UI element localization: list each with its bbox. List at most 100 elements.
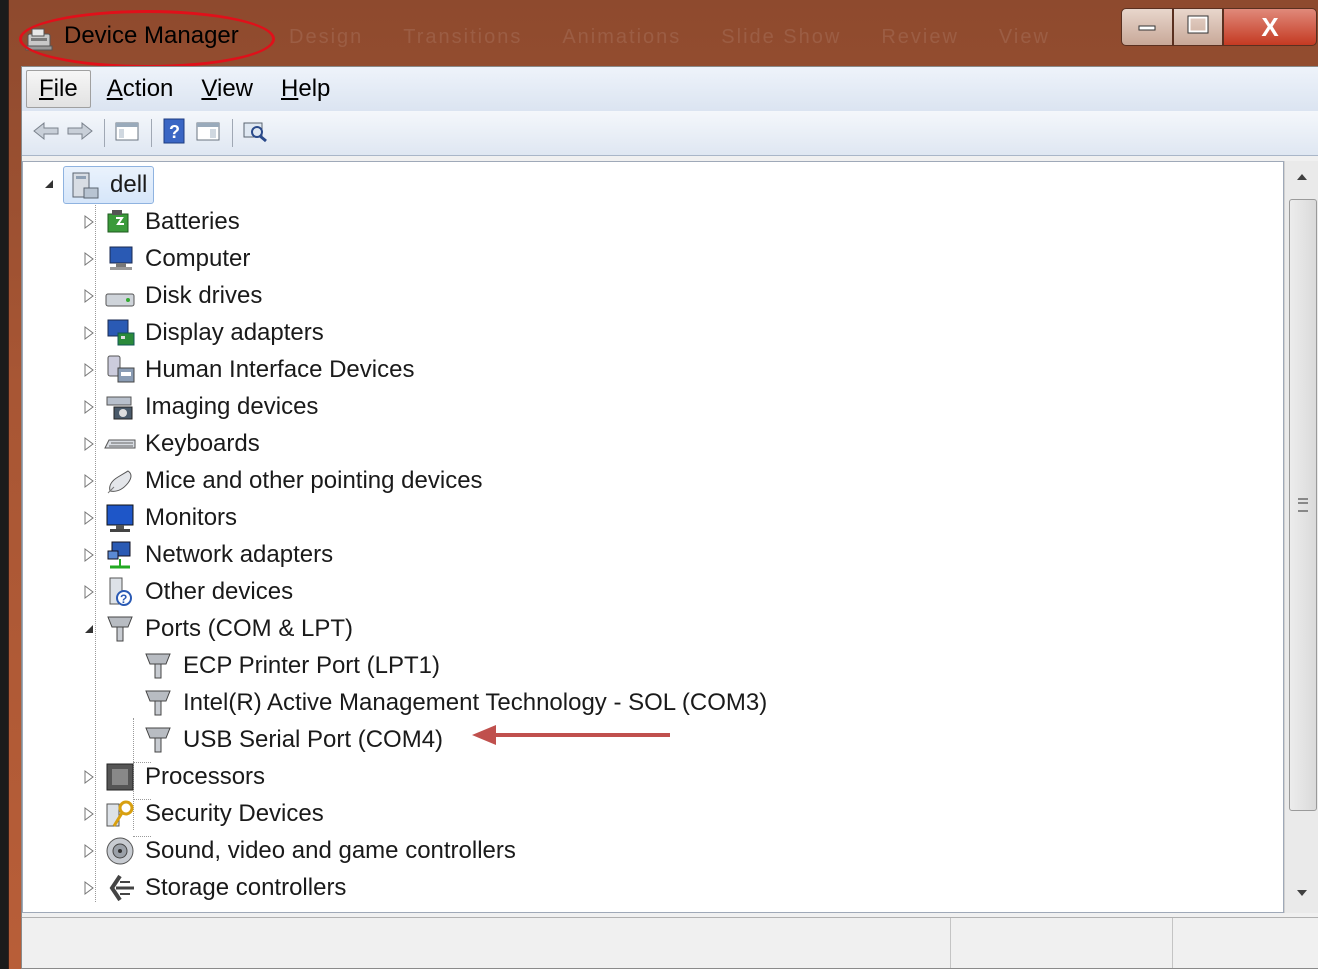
- back-button[interactable]: [30, 118, 62, 148]
- maximize-button[interactable]: [1173, 8, 1223, 46]
- category-label: Storage controllers: [145, 874, 347, 901]
- category-other-devices[interactable]: ? Other devices: [103, 574, 293, 610]
- computer-icon: [103, 242, 137, 276]
- category-disk-drives[interactable]: Disk drives: [103, 278, 262, 314]
- root-collapse-toggle[interactable]: [41, 176, 57, 192]
- tree-root-label: dell: [110, 171, 148, 198]
- category-sound-video[interactable]: Sound, video and game controllers: [103, 833, 516, 869]
- title-bar[interactable]: Device Manager Design Transitions Animatio…: [9, 0, 1318, 68]
- category-label: Imaging devices: [145, 393, 319, 420]
- scan-hardware-button[interactable]: [239, 118, 271, 148]
- minimize-button[interactable]: [1121, 8, 1173, 46]
- svg-text:?: ?: [120, 592, 127, 606]
- category-storage-controllers[interactable]: Storage controllers: [103, 870, 346, 906]
- scroll-down-button[interactable]: [1285, 879, 1318, 907]
- expand-mice[interactable]: [81, 473, 97, 489]
- device-manager-window: Device Manager Design Transitions Animatio…: [8, 0, 1318, 969]
- category-label: Batteries: [145, 208, 240, 235]
- expand-keyboards[interactable]: [81, 436, 97, 452]
- category-processors[interactable]: Processors: [103, 759, 265, 795]
- properties-icon: [195, 120, 221, 147]
- category-label: Ports (COM & LPT): [145, 615, 354, 642]
- category-hid[interactable]: Human Interface Devices: [103, 352, 414, 388]
- category-display-adapters[interactable]: Display adapters: [103, 315, 324, 351]
- expand-computer[interactable]: [81, 251, 97, 267]
- expand-hid[interactable]: [81, 362, 97, 378]
- forward-button[interactable]: [64, 118, 96, 148]
- expand-imaging-devices[interactable]: [81, 399, 97, 415]
- battery-icon: [103, 205, 137, 239]
- expand-network-adapters[interactable]: [81, 547, 97, 563]
- menu-file[interactable]: File: [26, 70, 91, 108]
- network-icon: [103, 538, 137, 572]
- toolbar-separator: [232, 119, 233, 147]
- device-ecp-printer-port[interactable]: ECP Printer Port (LPT1): [141, 648, 440, 684]
- expand-processors[interactable]: [81, 769, 97, 785]
- back-icon: [32, 121, 60, 146]
- disk-drive-icon: [103, 279, 137, 313]
- collapse-ports[interactable]: [81, 621, 97, 637]
- expand-storage-controllers[interactable]: [81, 880, 97, 896]
- category-label: Sound, video and game controllers: [145, 837, 516, 864]
- security-key-icon: [103, 797, 137, 831]
- client-area: File Action View Help ? dell Batteries C…: [21, 66, 1318, 969]
- status-bar: [22, 917, 1318, 968]
- minimize-icon: [1137, 18, 1157, 36]
- category-ports[interactable]: Ports (COM & LPT): [103, 611, 353, 647]
- processor-icon: [103, 760, 137, 794]
- toolbar: ?: [22, 111, 1318, 156]
- scroll-thumb[interactable]: [1289, 199, 1317, 811]
- category-keyboards[interactable]: Keyboards: [103, 426, 260, 462]
- show-hide-console-tree-icon: [114, 120, 140, 147]
- category-security-devices[interactable]: Security Devices: [103, 796, 324, 832]
- tree-root-dell[interactable]: dell: [63, 166, 155, 204]
- background-ribbon-tabs: Design Transitions Animations Slide Show Rev…: [289, 26, 1050, 48]
- category-monitors[interactable]: Monitors: [103, 500, 237, 536]
- category-batteries[interactable]: Batteries: [103, 204, 240, 240]
- unknown-device-icon: ?: [103, 575, 137, 609]
- device-label: USB Serial Port (COM4): [183, 726, 444, 753]
- expand-security-devices[interactable]: [81, 806, 97, 822]
- expand-monitors[interactable]: [81, 510, 97, 526]
- status-separator: [950, 918, 951, 968]
- category-label: Security Devices: [145, 800, 324, 827]
- expand-display-adapters[interactable]: [81, 325, 97, 341]
- display-adapter-icon: [103, 316, 137, 350]
- help-icon: ?: [163, 118, 185, 149]
- category-label: Display adapters: [145, 319, 324, 346]
- menu-help[interactable]: Help: [269, 71, 342, 107]
- device-tree: dell Batteries Computer Disk drives Disp…: [22, 161, 1284, 913]
- hid-icon: [103, 353, 137, 387]
- category-label: Processors: [145, 763, 266, 790]
- properties-button[interactable]: [192, 118, 224, 148]
- status-separator: [1172, 918, 1173, 968]
- camera-icon: [103, 390, 137, 424]
- category-mice[interactable]: Mice and other pointing devices: [103, 463, 483, 499]
- menu-file-rest: ile: [53, 75, 78, 102]
- show-hide-console-tree-button[interactable]: [111, 118, 143, 148]
- expand-batteries[interactable]: [81, 214, 97, 230]
- expand-disk-drives[interactable]: [81, 288, 97, 304]
- category-computer[interactable]: Computer: [103, 241, 250, 277]
- device-intel-amt-sol[interactable]: Intel(R) Active Management Technology - …: [141, 685, 767, 721]
- svg-text:?: ?: [169, 122, 180, 142]
- category-label: Network adapters: [145, 541, 334, 568]
- maximize-icon: [1187, 15, 1209, 40]
- scan-hardware-icon: [242, 119, 268, 148]
- category-imaging-devices[interactable]: Imaging devices: [103, 389, 318, 425]
- close-button[interactable]: X: [1223, 8, 1317, 46]
- speaker-icon: [103, 834, 137, 868]
- expand-other-devices[interactable]: [81, 584, 97, 600]
- category-label: Keyboards: [145, 430, 260, 457]
- menu-action[interactable]: Action: [95, 71, 186, 107]
- category-network-adapters[interactable]: Network adapters: [103, 537, 333, 573]
- vertical-scrollbar[interactable]: [1284, 161, 1318, 913]
- scroll-grip-icon: [1298, 498, 1308, 512]
- device-usb-serial-port[interactable]: USB Serial Port (COM4): [141, 722, 443, 758]
- category-label: Other devices: [145, 578, 294, 605]
- help-button[interactable]: ?: [158, 118, 190, 148]
- category-label: Monitors: [145, 504, 238, 531]
- expand-sound-video[interactable]: [81, 843, 97, 859]
- scroll-up-button[interactable]: [1285, 163, 1318, 191]
- menu-view[interactable]: View: [189, 71, 265, 107]
